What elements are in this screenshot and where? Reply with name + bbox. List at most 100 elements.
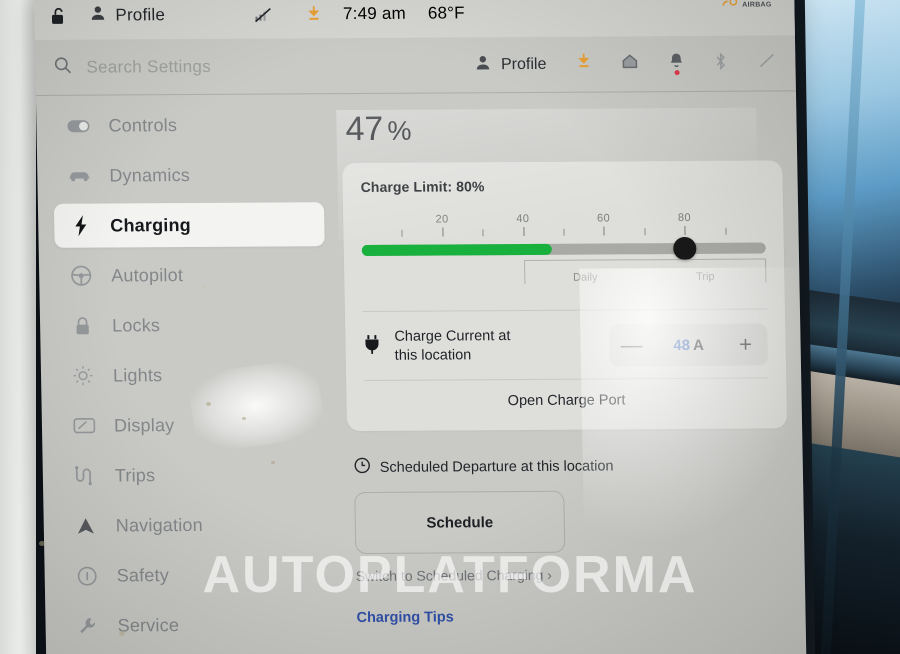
slider-tick-label: 80 xyxy=(677,211,692,225)
bell-icon[interactable] xyxy=(668,52,684,76)
sidebar-item-safety[interactable]: Safety xyxy=(60,552,331,598)
header-profile-button[interactable]: Profile xyxy=(474,53,547,75)
signal-off-icon[interactable] xyxy=(253,5,274,24)
charge-current-label-line1: Charge Current at xyxy=(394,328,511,345)
scheduled-departure-header: Scheduled Departure at this location xyxy=(354,454,788,478)
charge-current-amps: 48 xyxy=(673,336,691,354)
sidebar-item-label: Trips xyxy=(114,464,156,485)
search-icon xyxy=(53,55,72,79)
lightning-bolt-icon xyxy=(68,215,92,237)
slider-tick xyxy=(644,228,646,236)
person-icon xyxy=(89,5,106,27)
charge-limit-label: Charge Limit: 80% xyxy=(360,178,485,195)
home-icon[interactable] xyxy=(621,53,638,74)
sidebar-item-label: Navigation xyxy=(115,514,204,535)
dust-speck xyxy=(271,461,275,464)
unlocked-padlock-icon[interactable] xyxy=(50,6,67,25)
charge-current-row: Charge Current at this location — 48 A + xyxy=(362,308,769,380)
sidebar-item-label: Autopilot xyxy=(111,264,184,286)
slider-ticks: 20 40 60 80 xyxy=(361,209,765,237)
slider-tick xyxy=(442,227,444,237)
slider-track[interactable] xyxy=(361,242,766,256)
sidebar-item-locks[interactable]: Locks xyxy=(56,302,327,348)
charge-settings-card: Charge Limit: 80% 20 40 60 80 Daily Trip xyxy=(342,160,788,432)
search-input[interactable]: Search Settings xyxy=(53,53,383,79)
passenger-airbag-indicator: PASSENGER AIRBAG xyxy=(721,0,788,10)
car-icon xyxy=(67,169,91,183)
charge-current-label-line2: this location xyxy=(394,347,472,364)
slider-tick xyxy=(522,226,525,236)
screen-left-edge xyxy=(0,0,36,654)
slider-tick xyxy=(563,228,565,236)
display-icon xyxy=(72,417,96,435)
charge-limit-slider[interactable]: 20 40 60 80 Daily Trip xyxy=(361,209,767,285)
sidebar-item-label: Locks xyxy=(111,314,161,336)
sidebar-item-navigation[interactable]: Navigation xyxy=(59,502,330,548)
charging-tips-link[interactable]: Charging Tips xyxy=(356,607,790,626)
sidebar-item-controls[interactable]: Controls xyxy=(52,102,323,148)
dust-speck xyxy=(203,285,207,288)
charge-plug-icon xyxy=(363,334,380,360)
dust-speck xyxy=(119,631,125,636)
status-temperature: 68°F xyxy=(427,3,465,23)
bluetooth-icon[interactable] xyxy=(714,51,727,75)
slider-tick xyxy=(603,226,605,236)
slider-tick xyxy=(482,229,484,237)
slider-tick xyxy=(725,227,727,235)
dust-speck xyxy=(206,402,211,406)
schedule-button[interactable]: Schedule xyxy=(354,490,566,555)
settings-sidebar: Controls Dynamics Charging Autopilot Loc… xyxy=(52,102,332,654)
padlock-icon xyxy=(70,315,94,336)
battery-percentage: 47% xyxy=(345,107,782,149)
decrease-current-button[interactable]: — xyxy=(609,324,654,366)
slider-tick-label: 40 xyxy=(516,212,530,226)
info-circle-icon xyxy=(75,565,99,586)
navigation-arrow-icon xyxy=(74,516,98,535)
route-icon xyxy=(73,466,97,486)
sidebar-item-autopilot[interactable]: Autopilot xyxy=(55,252,326,298)
sidebar-item-label: Safety xyxy=(116,564,170,585)
charging-panel: 47% Charge Limit: 80% 20 40 60 80 Daily Tri… xyxy=(341,95,791,626)
sidebar-item-dynamics[interactable]: Dynamics xyxy=(53,152,324,198)
sidebar-item-display[interactable]: Display xyxy=(58,402,329,448)
airbag-icon xyxy=(722,0,738,6)
scheduled-departure-title: Scheduled Departure at this location xyxy=(379,457,614,476)
charge-current-value: 48 A xyxy=(653,336,723,353)
brightness-icon xyxy=(71,365,95,387)
status-profile-label: Profile xyxy=(115,5,166,25)
sidebar-item-label: Lights xyxy=(112,364,163,385)
dust-speck xyxy=(242,417,246,420)
segment-daily[interactable]: Daily xyxy=(525,260,645,284)
tesla-touchscreen: Profile 7:49 am 68°F AIRBAG Search Setti… xyxy=(34,0,807,654)
charging-bolt-icon[interactable] xyxy=(306,5,321,23)
status-profile[interactable]: Profile xyxy=(89,4,165,26)
slider-tick xyxy=(684,226,686,236)
signal-off-icon[interactable] xyxy=(757,51,777,74)
notification-dot xyxy=(674,70,680,76)
slider-thumb[interactable] xyxy=(673,236,697,261)
charging-bolt-icon[interactable] xyxy=(576,53,591,76)
photo-scene: Profile 7:49 am 68°F AIRBAG Search Setti… xyxy=(0,0,900,654)
sidebar-item-label: Dynamics xyxy=(109,164,191,186)
battery-percentage-unit: % xyxy=(387,115,412,146)
sidebar-item-label: Charging xyxy=(110,214,192,236)
sidebar-item-trips[interactable]: Trips xyxy=(58,452,329,498)
airbag-line-2: AIRBAG xyxy=(742,1,772,9)
status-bar: Profile 7:49 am 68°F AIRBAG xyxy=(34,0,795,40)
slider-fill-battery-level xyxy=(361,243,552,256)
sidebar-item-charging[interactable]: Charging xyxy=(53,202,325,248)
open-charge-port-button[interactable]: Open Charge Port xyxy=(364,377,769,421)
toggle-icon xyxy=(66,118,90,133)
charge-mode-segments[interactable]: Daily Trip xyxy=(523,258,767,284)
sidebar-item-service[interactable]: Service xyxy=(61,602,332,648)
header-profile-label: Profile xyxy=(500,55,547,73)
alarm-clock-icon xyxy=(354,457,371,478)
increase-current-button[interactable]: + xyxy=(723,324,768,366)
switch-to-scheduled-charging-link[interactable]: Switch to Scheduled Charging › xyxy=(356,565,790,584)
segment-trip[interactable]: Trip xyxy=(645,260,765,284)
sidebar-item-lights[interactable]: Lights xyxy=(57,352,328,398)
wrench-icon xyxy=(75,616,99,636)
sidebar-item-label: Service xyxy=(117,614,180,635)
slider-tick-label: 60 xyxy=(597,212,611,225)
sidebar-item-label: Controls xyxy=(108,114,178,136)
